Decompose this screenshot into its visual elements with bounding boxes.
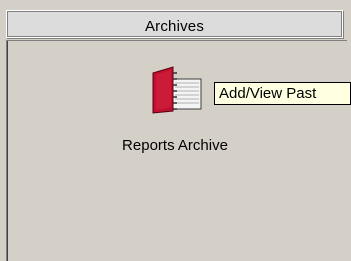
- archives-header: Archives: [6, 10, 343, 38]
- tooltip-add-view-past: Add/View Past: [214, 82, 351, 105]
- reports-archive-label[interactable]: Reports Archive: [100, 137, 250, 154]
- archives-panel: Archives Reports Archive Add/View Past: [0, 0, 351, 261]
- red-book-icon[interactable]: [147, 65, 207, 115]
- reports-archive-item[interactable]: Reports Archive: [100, 65, 250, 165]
- header-title: Archives: [144, 18, 205, 35]
